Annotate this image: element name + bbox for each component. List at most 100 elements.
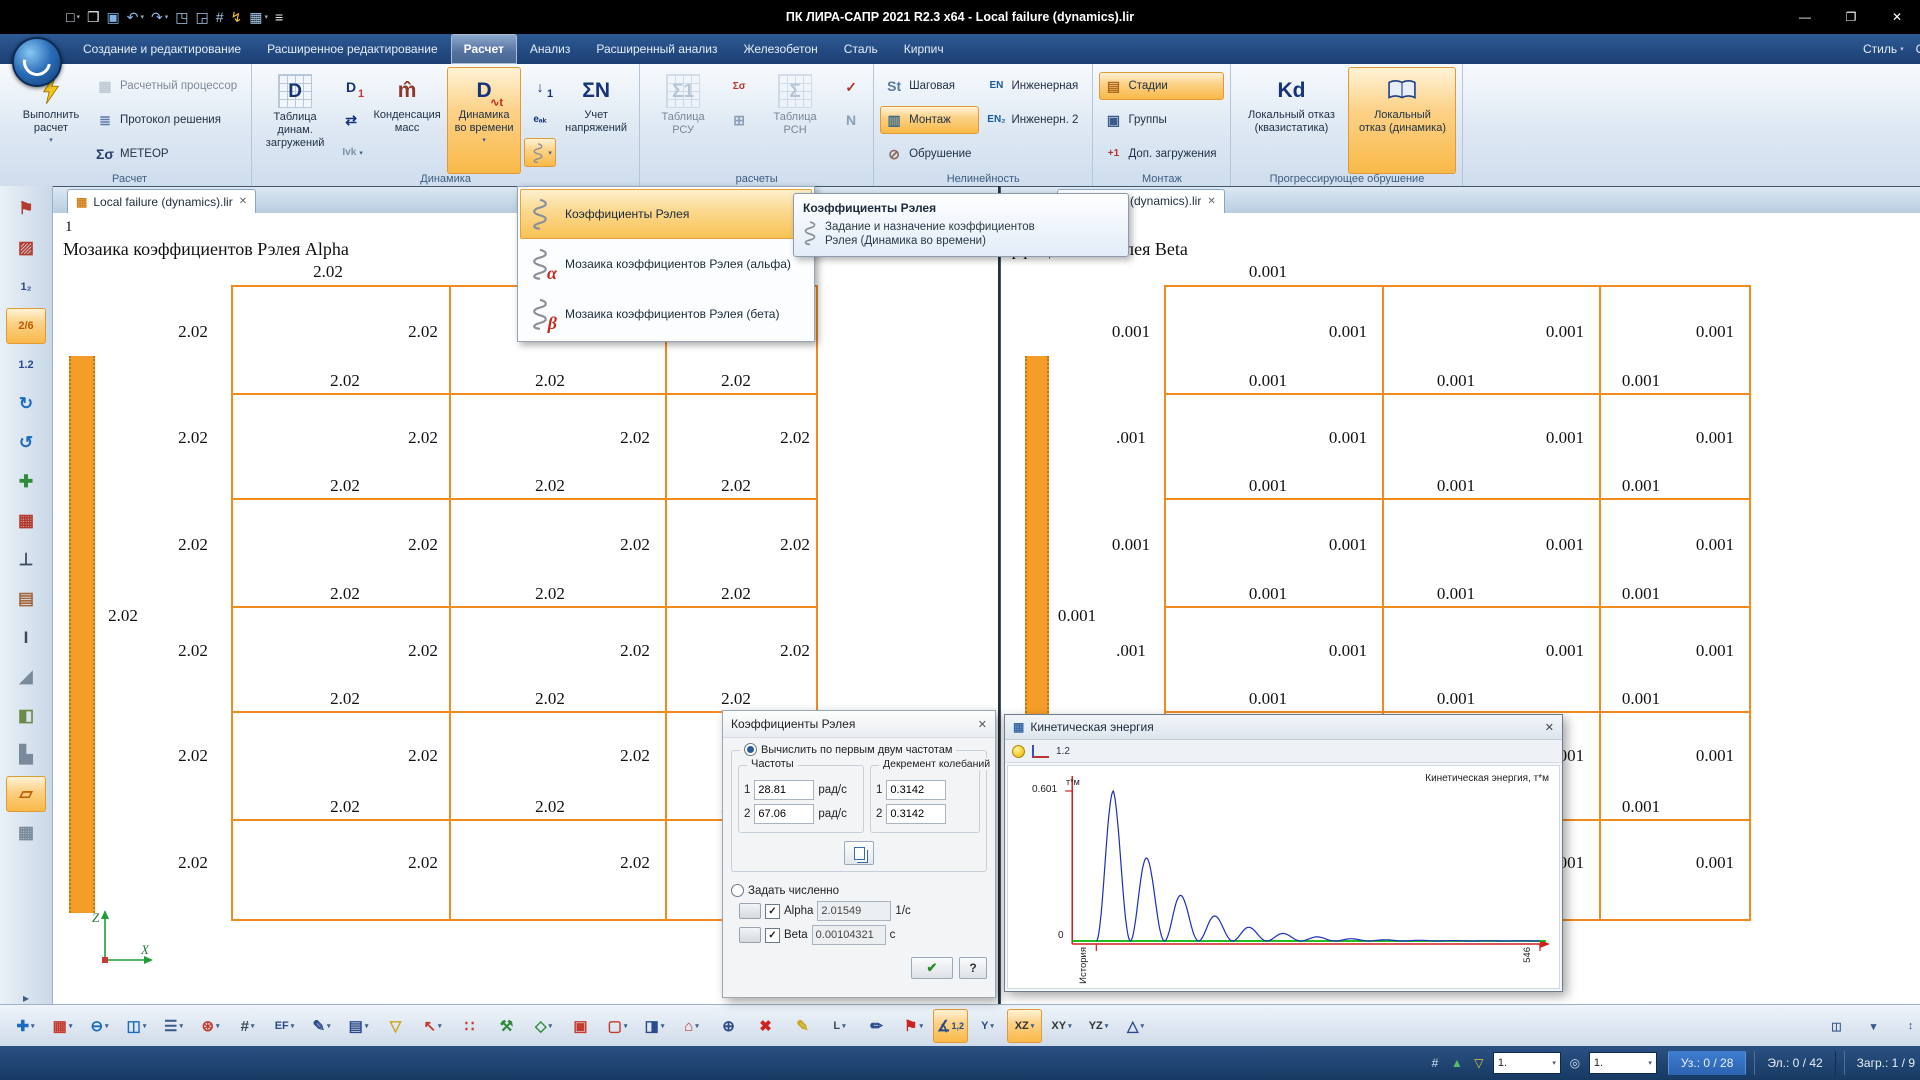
minimize-button[interactable]: — <box>1782 0 1828 34</box>
plate-fragment-icon[interactable]: ▱ <box>6 776 46 812</box>
flag-icon[interactable]: ⚑▾ <box>896 1009 931 1043</box>
new-document-icon[interactable]: □▾ <box>66 10 80 24</box>
menu-item-rayleigh-mosaic-alpha[interactable]: αМозаика коэффициентов Рэлея (альфа) <box>520 239 812 289</box>
expand-panel-icon[interactable]: ▸ <box>23 991 29 1005</box>
dialog-titlebar[interactable]: Коэффициенты Рэлея ✕ <box>723 711 995 738</box>
frame-filled-icon[interactable]: ▣ <box>563 1009 598 1043</box>
add-fragment-icon[interactable]: ✚ <box>6 464 46 500</box>
help-button[interactable]: ? <box>959 957 987 979</box>
scale-select-1[interactable]: 1.▾ <box>1493 1052 1561 1074</box>
ivk-dropdown[interactable]: Ivk▾ <box>335 138 367 167</box>
pack-model-icon[interactable]: ◳ <box>175 10 188 24</box>
rotate-icon[interactable]: ⊛▾ <box>193 1009 228 1043</box>
frame-outline-icon[interactable]: ▢▾ <box>600 1009 635 1043</box>
stress-account-button[interactable]: ΣNУчетнапряжений <box>559 67 633 174</box>
flash-calc-icon[interactable]: ↯ <box>231 10 243 24</box>
scale-select-2[interactable]: 1.▾ <box>1589 1052 1657 1074</box>
hatch-icon[interactable]: ▤▾ <box>341 1009 376 1043</box>
hammer-icon[interactable]: ⚒ <box>489 1009 524 1043</box>
alpha-value-input[interactable] <box>817 901 891 921</box>
engineering2-button[interactable]: EN₂Инженерн. 2 <box>982 106 1086 134</box>
mosaic-display-icon[interactable]: ▨ <box>6 230 46 266</box>
ribbon-tab-7[interactable]: Сталь <box>831 34 891 64</box>
views-cube-icon[interactable]: ◲ <box>196 10 209 24</box>
ribbon-tab-1[interactable]: Создание и редактирование <box>70 34 254 64</box>
assign-stiffness-icon[interactable]: ◢ <box>6 659 46 695</box>
decrement-1-input[interactable] <box>886 780 946 800</box>
length-icon[interactable]: L▾ <box>822 1009 857 1043</box>
values-precision-icon[interactable]: 1.2 <box>6 347 46 383</box>
qat-menu-icon[interactable]: ≡ <box>275 10 283 24</box>
montage-nonlinear-button[interactable]: ▥Монтаж <box>880 106 979 134</box>
maximize-button[interactable]: ❐ <box>1828 0 1874 34</box>
xy-plane-icon[interactable]: XY▾ <box>1044 1009 1079 1043</box>
yz-plane-icon[interactable]: YZ▾ <box>1081 1009 1116 1043</box>
beta-value-input[interactable] <box>812 925 886 945</box>
d1-modes-button[interactable]: D1 <box>335 72 367 101</box>
collapse-button[interactable]: ⊘Обрушение <box>880 140 979 168</box>
list-icon[interactable]: ☰▾ <box>156 1009 191 1043</box>
mass-exchange-button[interactable]: ⇄ <box>335 105 367 134</box>
local-failure-quasistatic-button[interactable]: KdЛокальный отказ(квазистатика) <box>1237 67 1345 174</box>
calculation-processor-button[interactable]: ▦Расчетный процессор <box>91 72 245 100</box>
isometry-icon[interactable]: ∡1,2 <box>933 1009 968 1043</box>
engineering-button[interactable]: ENИнженерная <box>982 72 1086 100</box>
tabbar-menu-окно[interactable]: Окно▾ <box>1916 42 1920 56</box>
xz-plane-icon[interactable]: XZ▾ <box>1007 1009 1042 1043</box>
grid-plus-button[interactable]: ⊞ <box>723 105 755 134</box>
mini-dropdown-icon[interactable]: ▾ <box>1856 1009 1891 1043</box>
stages-button[interactable]: ▤Стадии <box>1099 72 1224 100</box>
y-rotation-icon[interactable]: Y▾ <box>970 1009 1005 1043</box>
close-icon[interactable]: ✕ <box>1545 721 1554 734</box>
sigma-stress-button[interactable]: Σσ <box>723 72 755 101</box>
alpha-mosaic-button[interactable] <box>739 903 761 919</box>
mosaic-values-icon[interactable]: 2/6 <box>6 308 46 344</box>
additional-loads-button[interactable]: +1Доп. загружения <box>1099 140 1224 168</box>
move-icon[interactable]: ↖▾ <box>415 1009 450 1043</box>
zoom-in-icon[interactable]: ⊕ <box>711 1009 746 1043</box>
close-button[interactable]: ✕ <box>1874 0 1920 34</box>
rsu-table-button[interactable]: Σ1ТаблицаРСУ <box>646 67 720 174</box>
half-frame-icon[interactable]: ◨▾ <box>637 1009 672 1043</box>
close-tab-icon[interactable]: ✕ <box>239 196 247 207</box>
chart-type-icon[interactable] <box>1032 745 1049 758</box>
ribbon-tab-5[interactable]: Расширенный анализ <box>583 34 730 64</box>
beta-mosaic-button[interactable] <box>739 927 761 943</box>
mass-condensation-button[interactable]: m̂Конденсациямасс <box>370 67 444 174</box>
menu-item-rayleigh-mosaic-beta[interactable]: βМозаика коэффициентов Рэлея (бета) <box>520 289 812 339</box>
time-dynamics-button[interactable]: D∿tДинамикаво времени▾ <box>447 67 521 174</box>
eak-button[interactable]: eₐₖ <box>524 105 556 134</box>
home-view-icon[interactable]: ⌂▾ <box>674 1009 709 1043</box>
save-icon[interactable]: ▣ <box>107 10 120 24</box>
snap-icon[interactable]: # <box>1424 1056 1446 1070</box>
scroll-both-icon[interactable]: ↕ <box>1893 1009 1920 1043</box>
dynamic-loads-table-button[interactable]: DТаблица динам.загружений <box>258 67 332 174</box>
rsn-table-button[interactable]: ΣТаблицаРСН <box>758 67 832 174</box>
masonry-icon[interactable]: ▤ <box>6 581 46 617</box>
nodes-counter[interactable]: Уз.: 0 / 28 <box>1668 1051 1746 1075</box>
ribbon-tab-4[interactable]: Анализ <box>517 34 584 64</box>
ribbon-tab-3[interactable]: Расчет <box>451 34 517 64</box>
elements-counter[interactable]: Эл.: 0 / 42 <box>1754 1051 1835 1075</box>
set-numerically-radio[interactable] <box>731 884 744 897</box>
undo-icon[interactable]: ↶▾ <box>127 10 144 24</box>
supports-icon[interactable]: ⊥ <box>6 542 46 578</box>
stepwise-button[interactable]: StШаговая <box>880 72 979 100</box>
filter-icon[interactable]: ▽ <box>378 1009 413 1043</box>
numbers-display-icon[interactable]: 1₂ <box>6 269 46 305</box>
pen-icon[interactable]: ✎ <box>785 1009 820 1043</box>
groups-button[interactable]: ▣Группы <box>1099 106 1224 134</box>
column-element-icon[interactable]: I <box>6 620 46 656</box>
poly-filter-icon[interactable]: ◇▾ <box>526 1009 561 1043</box>
decrement-2-input[interactable] <box>886 804 946 824</box>
slab-element-icon[interactable]: ◧ <box>6 698 46 734</box>
close-icon[interactable]: ✕ <box>978 718 987 731</box>
mini-view-icon[interactable]: ◫ <box>1819 1009 1854 1043</box>
pack-view-icon[interactable]: ⊖▾ <box>82 1009 117 1043</box>
mesh-icon[interactable]: ▦ <box>6 503 46 539</box>
frequency-1-input[interactable] <box>754 780 814 800</box>
rotate-ccw-icon[interactable]: ↺ <box>6 425 46 461</box>
frequency-2-input[interactable] <box>754 804 814 824</box>
loadcase-counter[interactable]: Загр.: 1 / 9 <box>1844 1051 1920 1075</box>
filter-small-icon[interactable]: ▽ <box>1468 1056 1490 1070</box>
